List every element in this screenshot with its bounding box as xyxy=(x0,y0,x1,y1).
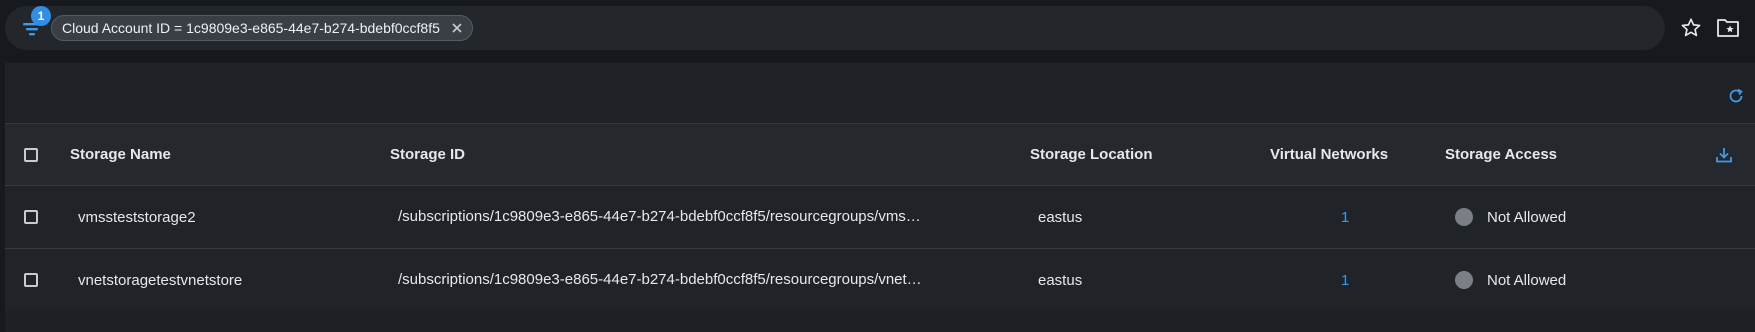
storage-id-cell: /subscriptions/1c9809e3-e865-44e7-b274-b… xyxy=(398,249,1003,311)
column-header-storage-name[interactable]: Storage Name xyxy=(70,124,171,185)
storage-access-status: Not Allowed xyxy=(1487,208,1567,226)
storage-location: eastus xyxy=(1038,271,1083,289)
close-icon[interactable] xyxy=(450,21,464,35)
column-header-storage-location[interactable]: Storage Location xyxy=(1030,124,1153,185)
storage-access-cell: Not Allowed xyxy=(1455,186,1566,248)
storage-id-cell: /subscriptions/1c9809e3-e865-44e7-b274-b… xyxy=(398,186,1003,248)
header-checkbox-cell xyxy=(24,124,38,185)
panel-toolbar xyxy=(5,63,1755,123)
row-checkbox[interactable] xyxy=(24,210,38,224)
column-header-virtual-networks[interactable]: Virtual Networks xyxy=(1270,124,1388,185)
storage-id: /subscriptions/1c9809e3-e865-44e7-b274-b… xyxy=(398,271,922,288)
column-header-storage-access[interactable]: Storage Access xyxy=(1445,124,1557,185)
storage-name: vnetstoragetestvnetstore xyxy=(78,271,243,289)
row-checkbox-cell xyxy=(24,249,38,311)
virtual-networks-link[interactable]: 1 xyxy=(1341,249,1349,311)
storage-table: Storage Name Storage ID Storage Location… xyxy=(5,123,1755,311)
table-row[interactable]: vmssteststorage2 /subscriptions/1c9809e3… xyxy=(5,185,1755,248)
filter-chip-label: Cloud Account ID = 1c9809e3-e865-44e7-b2… xyxy=(62,20,440,36)
storage-access-cell: Not Allowed xyxy=(1455,249,1566,311)
column-header-storage-id[interactable]: Storage ID xyxy=(390,124,465,185)
storage-id: /subscriptions/1c9809e3-e865-44e7-b274-b… xyxy=(398,208,921,225)
select-all-checkbox[interactable] xyxy=(24,147,38,162)
virtual-networks-link[interactable]: 1 xyxy=(1341,186,1349,248)
storage-name: vmssteststorage2 xyxy=(78,208,196,226)
row-checkbox-cell xyxy=(24,186,38,248)
status-dot-icon xyxy=(1455,208,1473,226)
folder-star-icon[interactable] xyxy=(1716,16,1740,40)
refresh-icon[interactable] xyxy=(1725,85,1747,107)
filter-count-badge: 1 xyxy=(31,6,51,26)
row-checkbox[interactable] xyxy=(24,273,38,287)
storage-location: eastus xyxy=(1038,208,1083,226)
table-header-row: Storage Name Storage ID Storage Location… xyxy=(5,123,1755,185)
storage-panel: Storage Name Storage ID Storage Location… xyxy=(5,63,1755,332)
storage-access-status: Not Allowed xyxy=(1487,271,1567,289)
table-row[interactable]: vnetstoragetestvnetstore /subscriptions/… xyxy=(5,248,1755,311)
filter-chip[interactable]: Cloud Account ID = 1c9809e3-e865-44e7-b2… xyxy=(51,15,473,41)
filter-bar: 1 Cloud Account ID = 1c9809e3-e865-44e7-… xyxy=(5,6,1665,50)
download-icon[interactable] xyxy=(1715,124,1733,185)
status-dot-icon xyxy=(1455,271,1473,289)
star-icon[interactable] xyxy=(1679,16,1703,40)
